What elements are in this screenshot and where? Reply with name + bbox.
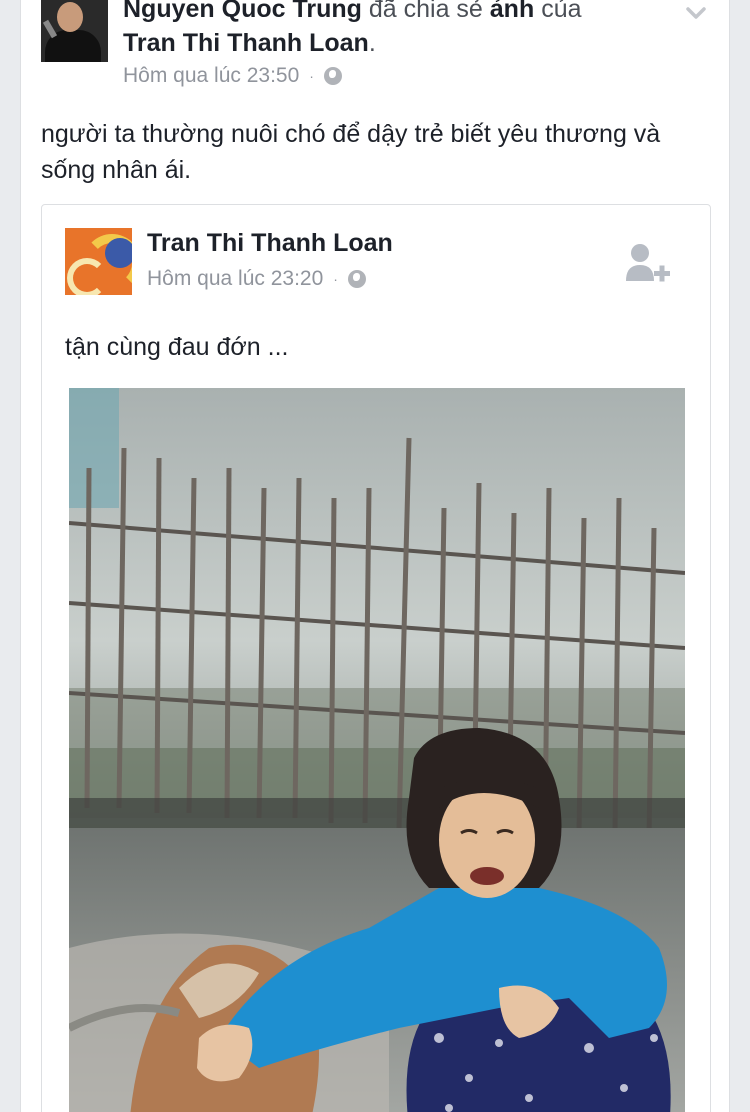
add-friend-icon[interactable] bbox=[624, 241, 672, 291]
shared-post-attachment[interactable]: Tran Thi Thanh Loan Hôm qua lúc 23:20 · … bbox=[41, 204, 711, 1112]
original-author-link[interactable]: Tran Thi Thanh Loan bbox=[123, 29, 369, 57]
meta-separator: · bbox=[333, 271, 338, 287]
shared-post-meta: Hôm qua lúc 23:20 · bbox=[147, 267, 366, 291]
shared-photo-link[interactable]: ảnh bbox=[490, 0, 534, 23]
chevron-down-icon[interactable] bbox=[685, 2, 707, 24]
shared-photo[interactable] bbox=[69, 388, 685, 1112]
meta-separator: · bbox=[309, 68, 314, 84]
original-author-name-link[interactable]: Tran Thi Thanh Loan bbox=[147, 229, 393, 258]
avatar-microphone bbox=[42, 19, 58, 39]
avatar-face bbox=[57, 2, 83, 32]
share-period: . bbox=[368, 29, 376, 57]
globe-icon[interactable] bbox=[347, 270, 366, 288]
share-header: Nguyen Quoc Trung đã chia sẻ ảnh của Tra… bbox=[123, 0, 683, 60]
shared-post-text: tận cùng đau đớn ... bbox=[65, 333, 289, 361]
share-verb: đã chia sẻ bbox=[368, 0, 483, 23]
original-author-avatar[interactable] bbox=[65, 228, 132, 295]
news-feed-post: Nguyen Quoc Trung đã chia sẻ ảnh của Tra… bbox=[20, 0, 730, 1112]
sharer-name-link[interactable]: Nguyen Quoc Trung bbox=[123, 0, 362, 23]
photo-illustration bbox=[69, 388, 685, 1112]
avatar-wave-decor bbox=[105, 238, 132, 268]
post-timestamp-link[interactable]: Hôm qua lúc 23:50 bbox=[123, 64, 299, 88]
sharer-avatar[interactable] bbox=[41, 0, 108, 62]
globe-icon[interactable] bbox=[323, 67, 342, 85]
shared-timestamp-link[interactable]: Hôm qua lúc 23:20 bbox=[147, 267, 323, 291]
post-caption: người ta thường nuôi chó để dậy trẻ biết… bbox=[41, 120, 661, 184]
post-meta: Hôm qua lúc 23:50 · bbox=[123, 64, 342, 88]
share-of: của bbox=[541, 0, 582, 23]
